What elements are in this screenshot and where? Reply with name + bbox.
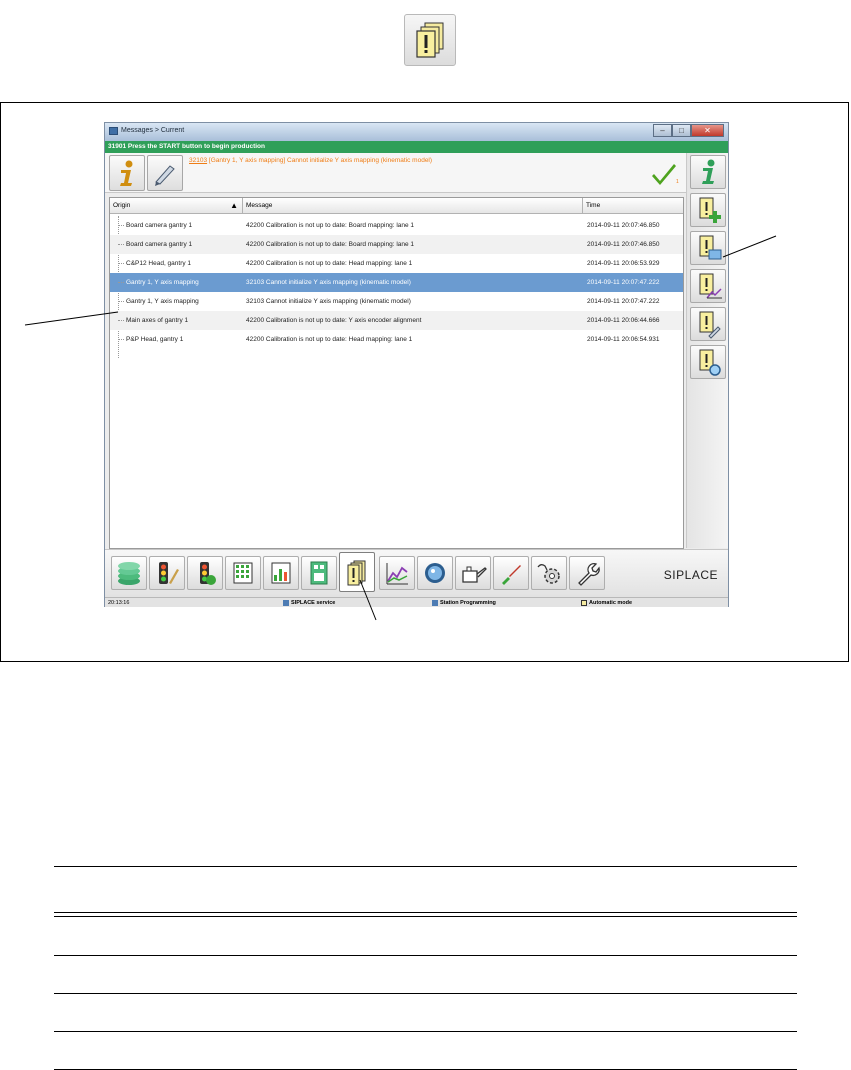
callout-lines — [24, 235, 777, 621]
table-rule — [54, 993, 797, 994]
table-rule — [54, 866, 797, 867]
table-rule — [54, 1031, 797, 1032]
table-rule — [54, 916, 797, 917]
table-rule — [54, 912, 797, 913]
table-rule — [54, 955, 797, 956]
